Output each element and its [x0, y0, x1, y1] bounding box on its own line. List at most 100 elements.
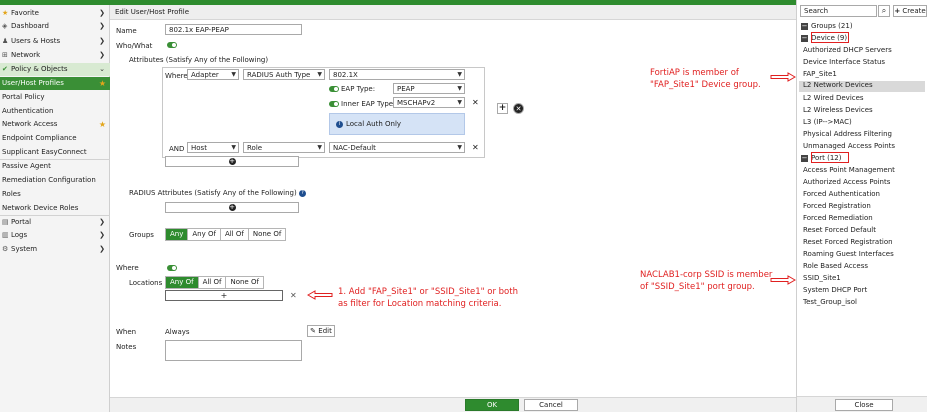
sidebar-item-network[interactable]: ⊞ Network ❯	[0, 49, 110, 62]
inner-eap-select[interactable]: MSCHAPv2 ▼	[393, 97, 465, 108]
groups-option-none-of[interactable]: None Of	[248, 229, 286, 240]
device-item[interactable]: L2 Wireless Devices	[803, 106, 873, 114]
row2-value-select[interactable]: NAC-Default ▼	[329, 142, 465, 153]
device-item[interactable]: L2 Wired Devices	[803, 94, 864, 102]
row2-attr-select[interactable]: Role ▼	[243, 142, 325, 153]
sidebar-item-dashboard[interactable]: ◈ Dashboard ❯	[0, 20, 110, 33]
attributes-label: Attributes (Satisfy Any of the Following…	[129, 56, 269, 64]
port-item[interactable]: Forced Remediation	[803, 214, 873, 222]
sidebar-item-authentication[interactable]: Authentication	[0, 105, 110, 118]
who-what-toggle[interactable]	[167, 42, 177, 48]
close-button[interactable]: Close	[835, 399, 893, 411]
device-item-hovered[interactable]: L2 Network Devices	[799, 81, 925, 92]
device-item[interactable]: Authorized DHCP Servers	[803, 46, 892, 54]
policy-icon: ✔	[2, 65, 8, 73]
dropdown-caret-icon: ▼	[317, 144, 322, 151]
locations-option-all-of[interactable]: All Of	[198, 277, 227, 288]
sidebar-item-policy-objects[interactable]: ✔ Policy & Objects ⌄	[0, 63, 110, 76]
locations-option-none-of[interactable]: None Of	[226, 277, 263, 288]
port-item[interactable]: Authorized Access Points	[803, 178, 890, 186]
eap-type-toggle[interactable]	[329, 86, 339, 92]
port-item[interactable]: Reset Forced Registration	[803, 238, 893, 246]
chevron-right-icon: ❯	[99, 37, 105, 45]
search-input[interactable]: Search	[800, 5, 877, 17]
sidebar-item-supplicant-easyconnect[interactable]: Supplicant EasyConnect	[0, 146, 110, 159]
sidebar-item-favorite[interactable]: ★ Favorite ❯	[0, 7, 110, 20]
notes-textarea[interactable]	[165, 340, 302, 361]
collapse-icon: −	[801, 33, 808, 42]
sidebar-item-portal[interactable]: ▤ Portal ❯	[0, 216, 110, 229]
inner-eap-toggle[interactable]	[329, 101, 339, 107]
row1-field-select[interactable]: Adapter ▼	[187, 69, 239, 80]
remove-row1-icon[interactable]: ✕	[472, 98, 479, 107]
row1-attr-select[interactable]: RADIUS Auth Type ▼	[243, 69, 325, 80]
chevron-right-icon: ❯	[99, 9, 105, 17]
groups-option-all-of[interactable]: All Of	[220, 229, 249, 240]
sidebar-item-passive-agent[interactable]: Passive Agent	[0, 160, 110, 173]
cancel-button[interactable]: Cancel	[524, 399, 578, 411]
sidebar-item-user-host-profiles[interactable]: User/Host Profiles ★	[0, 77, 110, 90]
eap-type-select[interactable]: PEAP ▼	[393, 83, 465, 94]
where-toggle[interactable]	[167, 265, 177, 271]
add-attribute-button[interactable]: +	[165, 156, 299, 167]
chevron-right-icon: ❯	[99, 218, 105, 226]
ok-button[interactable]: OK	[465, 399, 519, 411]
annotation-arrow-right-icon	[770, 72, 796, 82]
add-location-button[interactable]: +	[165, 290, 283, 301]
sidebar-item-system[interactable]: ⚙ System ❯	[0, 243, 110, 256]
port-item[interactable]: System DHCP Port	[803, 286, 867, 294]
clear-location-icon[interactable]: ✕	[290, 291, 297, 300]
search-button[interactable]: ⌕	[878, 5, 890, 17]
sidebar-item-users-hosts[interactable]: ♟ Users & Hosts ❯	[0, 35, 110, 48]
device-item[interactable]: Unmanaged Access Points	[803, 142, 895, 150]
add-radius-attribute-button[interactable]: +	[165, 202, 299, 213]
port-item[interactable]: Test_Group_isol	[803, 298, 857, 306]
port-item[interactable]: Roaming Guest Interfaces	[803, 250, 894, 258]
chevron-right-icon: ❯	[99, 231, 105, 239]
dropdown-caret-icon: ▼	[231, 71, 236, 78]
row1-value-select[interactable]: 802.1X ▼	[329, 69, 465, 80]
chevron-down-icon: ⌄	[99, 65, 105, 73]
name-input[interactable]: 802.1x EAP-PEAP	[165, 24, 302, 35]
sidebar-item-roles[interactable]: Roles	[0, 188, 110, 201]
sidebar-item-network-device-roles[interactable]: Network Device Roles	[0, 202, 110, 215]
port-item[interactable]: Role Based Access	[803, 262, 868, 270]
dropdown-caret-icon: ▼	[231, 144, 236, 151]
device-item[interactable]: Device Interface Status	[803, 58, 885, 66]
remove-row2-icon[interactable]: ✕	[472, 143, 479, 152]
edit-when-button[interactable]: ✎ Edit	[307, 325, 335, 337]
device-item-fap-site1[interactable]: FAP_Site1	[803, 70, 837, 78]
groups-option-any-of[interactable]: Any Of	[188, 229, 221, 240]
star-icon: ★	[2, 9, 9, 17]
radius-attributes-label: RADIUS Attributes (Satisfy Any of the Fo…	[129, 189, 306, 197]
dropdown-caret-icon: ▼	[457, 144, 462, 151]
sidebar-item-endpoint-compliance[interactable]: Endpoint Compliance	[0, 132, 110, 145]
port-header-highlight	[811, 152, 849, 163]
favorite-star-icon[interactable]: ★	[99, 77, 106, 90]
locations-option-any-of[interactable]: Any Of	[166, 277, 199, 288]
notes-label: Notes	[116, 343, 137, 351]
favorite-star-icon[interactable]: ★	[99, 118, 106, 131]
sidebar-item-portal-policy[interactable]: Portal Policy	[0, 91, 110, 104]
chevron-right-icon: ❯	[99, 245, 105, 253]
sidebar-item-logs[interactable]: ▥ Logs ❯	[0, 229, 110, 242]
port-item[interactable]: Forced Authentication	[803, 190, 880, 198]
port-item[interactable]: Forced Registration	[803, 202, 871, 210]
remove-condition-button[interactable]: ✕	[513, 103, 524, 114]
device-item[interactable]: Physical Address Filtering	[803, 130, 892, 138]
groups-header[interactable]: − Groups (21)	[801, 22, 853, 30]
plus-icon: +	[894, 7, 901, 15]
port-item[interactable]: Access Point Management	[803, 166, 895, 174]
help-icon[interactable]: ?	[298, 189, 306, 197]
create-button[interactable]: + Create	[893, 5, 927, 17]
port-item[interactable]: Reset Forced Default	[803, 226, 876, 234]
sidebar-item-remediation-configuration[interactable]: Remediation Configuration	[0, 174, 110, 187]
add-condition-button[interactable]: +	[497, 103, 508, 114]
info-icon: i	[336, 120, 343, 128]
row2-field-select[interactable]: Host ▼	[187, 142, 239, 153]
port-item-ssid-site1[interactable]: SSID_Site1	[803, 274, 841, 282]
sidebar-item-network-access[interactable]: Network Access ★	[0, 118, 110, 131]
groups-option-any[interactable]: Any	[166, 229, 189, 240]
device-item[interactable]: L3 (IP-->MAC)	[803, 118, 852, 126]
logs-icon: ▥	[2, 231, 9, 239]
